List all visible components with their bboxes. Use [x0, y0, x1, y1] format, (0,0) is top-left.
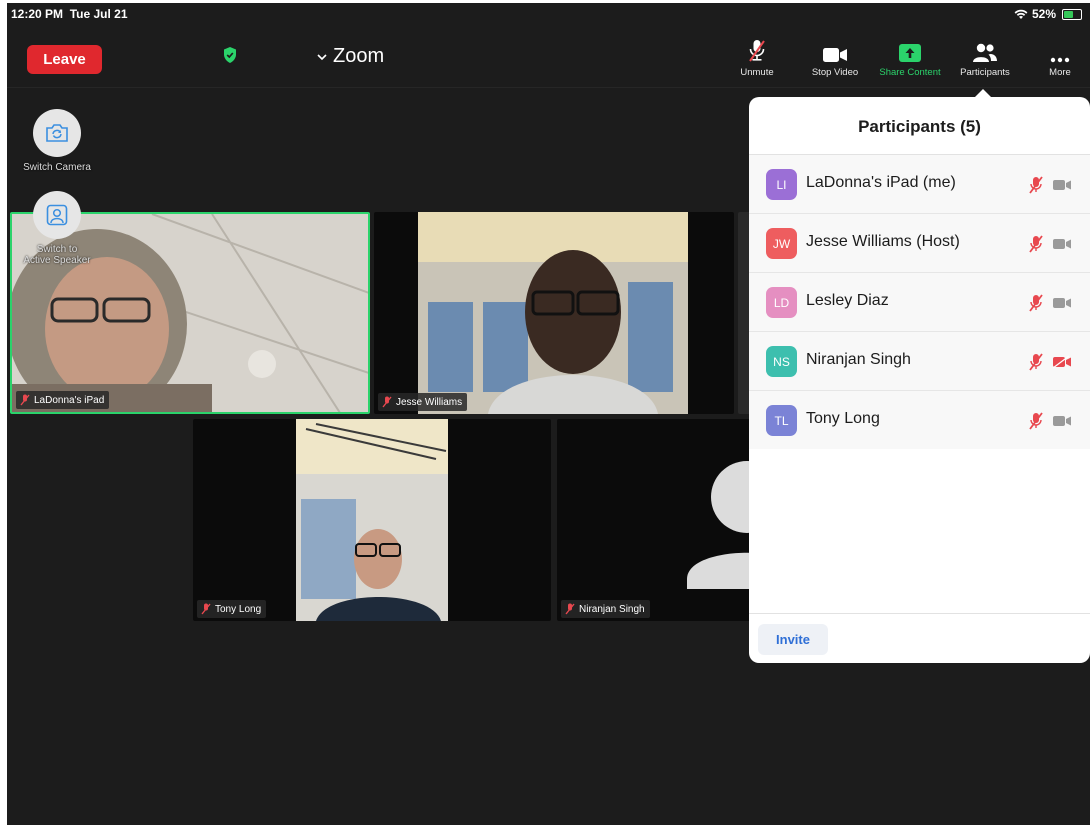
video-camera-icon	[1053, 239, 1071, 249]
participant-row[interactable]: LI LaDonna's iPad (me)	[749, 155, 1090, 214]
unmute-label: Unmute	[740, 67, 774, 78]
panel-title: Participants (5)	[858, 117, 981, 136]
mic-muted-icon	[1029, 176, 1043, 194]
switch-camera-circle	[33, 109, 81, 157]
status-bar: 12:20 PM Tue Jul 21 52%	[7, 3, 1090, 25]
video-camera-icon	[1053, 180, 1071, 190]
switch-camera-label: Switch Camera	[23, 162, 91, 173]
avatar: LI	[766, 169, 797, 200]
participants-button[interactable]: Participants	[952, 39, 1018, 84]
video-camera-icon	[1053, 298, 1071, 308]
mic-muted-icon	[749, 40, 765, 62]
participant-row[interactable]: TL Tony Long	[749, 391, 1090, 449]
avatar: LD	[766, 287, 797, 318]
stop-video-button[interactable]: Stop Video	[805, 39, 865, 84]
video-tile-label: Jesse Williams	[378, 393, 468, 411]
participant-status	[1028, 353, 1072, 371]
participant-status	[1028, 176, 1072, 194]
video-tile-name: Tony Long	[215, 603, 262, 615]
share-screen-icon	[899, 44, 921, 62]
zoom-meeting-screen: 12:20 PM Tue Jul 21 52% Leave Zoom Unmut…	[7, 3, 1090, 825]
mic-muted-icon	[382, 396, 392, 408]
invite-button[interactable]: Invite	[758, 624, 828, 655]
camera-feed	[296, 419, 448, 621]
camera-feed	[418, 212, 688, 414]
switch-speaker-line2: Active Speaker	[23, 255, 91, 266]
switch-speaker-circle	[33, 191, 81, 239]
date-text: Tue Jul 21	[69, 7, 128, 21]
video-tile-label: LaDonna's iPad	[16, 391, 110, 409]
camera-rotate-icon	[46, 124, 68, 142]
participant-name: Niranjan Singh	[806, 351, 911, 368]
battery-icon	[1062, 8, 1082, 20]
mic-muted-icon	[201, 603, 211, 615]
participant-row[interactable]: NS Niranjan Singh	[749, 332, 1090, 391]
video-tile-name: LaDonna's iPad	[34, 394, 105, 406]
video-off-icon	[1052, 355, 1071, 369]
avatar-placeholder-icon	[687, 461, 757, 589]
divider	[749, 613, 1090, 614]
status-time: 12:20 PM Tue Jul 21	[11, 7, 128, 21]
meeting-toolbar: Leave Zoom Unmute Stop Video Share Conte…	[7, 25, 1090, 88]
unmute-button[interactable]: Unmute	[736, 39, 778, 84]
participant-status	[1028, 294, 1072, 312]
stop-video-label: Stop Video	[811, 67, 859, 78]
video-tile-name: Jesse Williams	[396, 396, 463, 408]
participant-row[interactable]: JW Jesse Williams (Host)	[749, 214, 1090, 273]
participants-label: Participants	[960, 67, 1010, 78]
video-tile-niranjan[interactable]: Niranjan Singh	[557, 419, 757, 621]
participant-name: Tony Long	[806, 410, 880, 427]
switch-camera-button[interactable]: Switch Camera	[17, 109, 97, 173]
participants-panel: Participants (5) LI LaDonna's iPad (me) …	[749, 97, 1090, 663]
switch-speaker-line1: Switch to	[36, 244, 78, 255]
shield-check-icon[interactable]	[223, 47, 237, 63]
video-camera-icon	[823, 48, 847, 62]
switch-active-speaker-button[interactable]: Switch to Active Speaker	[17, 191, 97, 266]
active-speaker-icon	[46, 204, 68, 226]
meeting-title-text: Zoom	[333, 45, 385, 67]
more-button[interactable]: More	[1040, 39, 1080, 84]
video-tile-name: Niranjan Singh	[579, 603, 645, 615]
status-indicators: 52%	[1014, 7, 1082, 21]
mic-muted-icon	[1029, 235, 1043, 253]
video-camera-icon	[1053, 416, 1071, 426]
avatar: JW	[766, 228, 797, 259]
meeting-title[interactable]: Zoom	[317, 45, 384, 68]
battery-percent: 52%	[1031, 7, 1056, 21]
participant-list: LI LaDonna's iPad (me) JW Jesse Williams…	[749, 155, 1090, 449]
more-label: More	[1049, 67, 1071, 78]
switch-speaker-label: Switch to Active Speaker	[23, 244, 90, 266]
participant-name: Lesley Diaz	[806, 292, 889, 309]
video-tile-label: Tony Long	[197, 600, 267, 618]
participant-row[interactable]: LD Lesley Diaz	[749, 273, 1090, 332]
participant-name: LaDonna's iPad (me)	[806, 174, 956, 191]
mic-muted-icon	[1029, 412, 1043, 430]
camera-image	[418, 212, 688, 414]
video-tile-tony[interactable]: Tony Long	[193, 419, 551, 621]
share-content-button[interactable]: Share Content	[873, 39, 947, 84]
avatar: TL	[766, 405, 797, 436]
chevron-down-icon	[317, 53, 327, 60]
more-dots-icon	[1050, 57, 1070, 63]
participant-status	[1028, 235, 1072, 253]
time-text: 12:20 PM	[11, 7, 64, 21]
share-content-label: Share Content	[879, 67, 941, 78]
mic-muted-icon	[20, 394, 30, 406]
participant-name: Jesse Williams (Host)	[806, 233, 960, 250]
mic-muted-icon	[1029, 353, 1043, 371]
participants-icon	[973, 43, 997, 62]
avatar: NS	[766, 346, 797, 377]
participant-status	[1028, 412, 1072, 430]
mic-muted-icon	[565, 603, 575, 615]
mic-muted-icon	[1029, 294, 1043, 312]
video-tile-label: Niranjan Singh	[561, 600, 650, 618]
leave-button[interactable]: Leave	[27, 45, 102, 74]
wifi-icon	[1014, 9, 1028, 19]
video-tile-jesse[interactable]: Jesse Williams	[374, 212, 734, 414]
camera-image	[296, 419, 448, 621]
